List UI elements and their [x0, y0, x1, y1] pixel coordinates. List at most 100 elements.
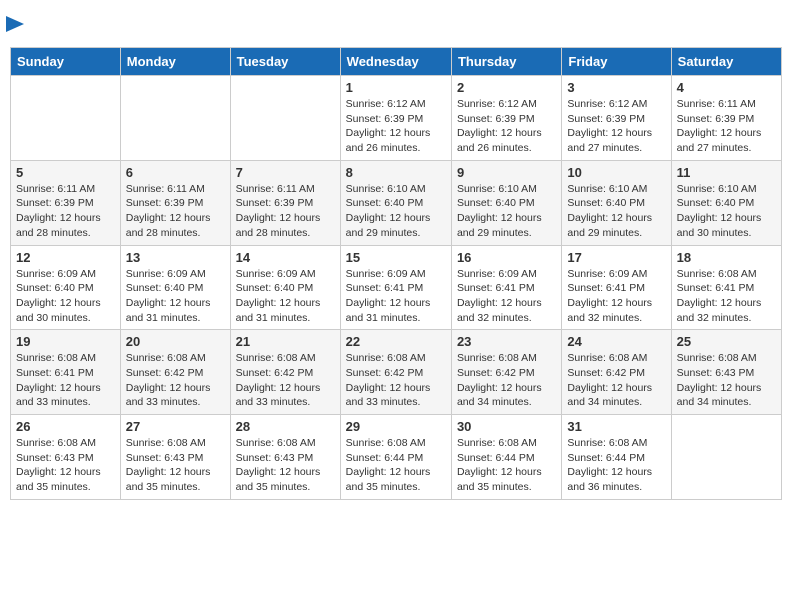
calendar-cell: 7 Sunrise: 6:11 AMSunset: 6:39 PMDaylight… — [230, 160, 340, 245]
day-number: 10 — [567, 165, 665, 180]
day-number: 31 — [567, 419, 665, 434]
calendar-cell: 16 Sunrise: 6:09 AMSunset: 6:41 PMDayligh… — [451, 245, 561, 330]
day-info: Sunrise: 6:09 AMSunset: 6:41 PMDaylight:… — [457, 267, 556, 326]
day-number: 8 — [346, 165, 446, 180]
header — [10, 10, 782, 39]
day-number: 30 — [457, 419, 556, 434]
day-header-wednesday: Wednesday — [340, 48, 451, 76]
day-number: 23 — [457, 334, 556, 349]
day-number: 16 — [457, 250, 556, 265]
calendar-cell: 13 Sunrise: 6:09 AMSunset: 6:40 PMDayligh… — [120, 245, 230, 330]
day-info: Sunrise: 6:10 AMSunset: 6:40 PMDaylight:… — [457, 182, 556, 241]
day-info: Sunrise: 6:08 AMSunset: 6:42 PMDaylight:… — [346, 351, 446, 410]
day-info: Sunrise: 6:08 AMSunset: 6:42 PMDaylight:… — [126, 351, 225, 410]
calendar-cell: 2 Sunrise: 6:12 AMSunset: 6:39 PMDaylight… — [451, 76, 561, 161]
calendar-cell: 9Sunrise: 6:10 AMSunset: 6:40 PMDaylight… — [451, 160, 561, 245]
day-number: 19 — [16, 334, 115, 349]
day-number: 3 — [567, 80, 665, 95]
calendar-cell — [671, 415, 781, 500]
calendar-cell: 3 Sunrise: 6:12 AMSunset: 6:39 PMDaylight… — [562, 76, 671, 161]
calendar-cell: 12Sunrise: 6:09 AMSunset: 6:40 PMDayligh… — [11, 245, 121, 330]
calendar-cell: 28 Sunrise: 6:08 AMSunset: 6:43 PMDayligh… — [230, 415, 340, 500]
day-info: Sunrise: 6:08 AMSunset: 6:44 PMDaylight:… — [567, 436, 665, 495]
calendar-cell: 22 Sunrise: 6:08 AMSunset: 6:42 PMDayligh… — [340, 330, 451, 415]
calendar-cell — [120, 76, 230, 161]
calendar-cell: 17 Sunrise: 6:09 AMSunset: 6:41 PMDayligh… — [562, 245, 671, 330]
day-header-thursday: Thursday — [451, 48, 561, 76]
day-header-friday: Friday — [562, 48, 671, 76]
day-info: Sunrise: 6:08 AMSunset: 6:43 PMDaylight:… — [236, 436, 335, 495]
day-info: Sunrise: 6:11 AMSunset: 6:39 PMDaylight:… — [677, 97, 776, 156]
calendar-cell — [11, 76, 121, 161]
day-info: Sunrise: 6:12 AMSunset: 6:39 PMDaylight:… — [567, 97, 665, 156]
calendar-cell: 29 Sunrise: 6:08 AMSunset: 6:44 PMDayligh… — [340, 415, 451, 500]
day-number: 18 — [677, 250, 776, 265]
day-info: Sunrise: 6:08 AMSunset: 6:43 PMDaylight:… — [16, 436, 115, 495]
calendar-cell: 4 Sunrise: 6:11 AMSunset: 6:39 PMDaylight… — [671, 76, 781, 161]
day-number: 7 — [236, 165, 335, 180]
calendar-cell: 5 Sunrise: 6:11 AMSunset: 6:39 PMDaylight… — [11, 160, 121, 245]
calendar-cell: 23 Sunrise: 6:08 AMSunset: 6:42 PMDayligh… — [451, 330, 561, 415]
calendar-week-2: 5 Sunrise: 6:11 AMSunset: 6:39 PMDaylight… — [11, 160, 782, 245]
calendar-header: SundayMondayTuesdayWednesdayThursdayFrid… — [11, 48, 782, 76]
calendar-cell: 6 Sunrise: 6:11 AMSunset: 6:39 PMDaylight… — [120, 160, 230, 245]
day-info: Sunrise: 6:09 AMSunset: 6:41 PMDaylight:… — [567, 267, 665, 326]
day-header-monday: Monday — [120, 48, 230, 76]
day-info: Sunrise: 6:08 AMSunset: 6:44 PMDaylight:… — [457, 436, 556, 495]
day-info: Sunrise: 6:10 AMSunset: 6:40 PMDaylight:… — [567, 182, 665, 241]
day-info: Sunrise: 6:10 AMSunset: 6:40 PMDaylight:… — [346, 182, 446, 241]
day-info: Sunrise: 6:08 AMSunset: 6:43 PMDaylight:… — [126, 436, 225, 495]
calendar-cell: 11 Sunrise: 6:10 AMSunset: 6:40 PMDayligh… — [671, 160, 781, 245]
calendar-week-3: 12 Sunrise: 6:09 AMSunset: 6:40 PMDayligh… — [11, 245, 782, 330]
day-number: 13 — [126, 250, 225, 265]
calendar-cell: 26Sunrise: 6:08 AMSunset: 6:43 PMDayligh… — [11, 415, 121, 500]
calendar-body: 1Sunrise: 6:12 AMSunset: 6:39 PMDaylight… — [11, 76, 782, 500]
day-number: 6 — [126, 165, 225, 180]
calendar-cell: 19 Sunrise: 6:08 AMSunset: 6:41 PMDayligh… — [11, 330, 121, 415]
day-info: Sunrise: 6:10 AMSunset: 6:40 PMDaylight:… — [677, 182, 776, 241]
day-info: Sunrise: 6:08 AMSunset: 6:42 PMDaylight:… — [567, 351, 665, 410]
day-info: Sunrise: 6:09 AMSunset: 6:40 PMDaylight:… — [236, 267, 335, 326]
calendar-cell: 24 Sunrise: 6:08 AMSunset: 6:42 PMDayligh… — [562, 330, 671, 415]
day-number: 27 — [126, 419, 225, 434]
day-info: Sunrise: 6:11 AMSunset: 6:39 PMDaylight:… — [126, 182, 225, 241]
calendar-table: SundayMondayTuesdayWednesdayThursdayFrid… — [10, 47, 782, 500]
day-info: Sunrise: 6:08 AMSunset: 6:41 PMDaylight:… — [16, 351, 115, 410]
calendar-cell: 8 Sunrise: 6:10 AMSunset: 6:40 PMDaylight… — [340, 160, 451, 245]
day-info: Sunrise: 6:08 AMSunset: 6:41 PMDaylight:… — [677, 267, 776, 326]
day-info: Sunrise: 6:08 AMSunset: 6:44 PMDaylight:… — [346, 436, 446, 495]
day-info: Sunrise: 6:08 AMSunset: 6:42 PMDaylight:… — [236, 351, 335, 410]
day-number: 12 — [16, 250, 115, 265]
day-number: 28 — [236, 419, 335, 434]
day-number: 17 — [567, 250, 665, 265]
day-number: 24 — [567, 334, 665, 349]
calendar-cell: 20 Sunrise: 6:08 AMSunset: 6:42 PMDayligh… — [120, 330, 230, 415]
calendar-cell: 25Sunrise: 6:08 AMSunset: 6:43 PMDayligh… — [671, 330, 781, 415]
day-number: 14 — [236, 250, 335, 265]
calendar-week-5: 26Sunrise: 6:08 AMSunset: 6:43 PMDayligh… — [11, 415, 782, 500]
day-info: Sunrise: 6:11 AMSunset: 6:39 PMDaylight:… — [236, 182, 335, 241]
day-info: Sunrise: 6:12 AMSunset: 6:39 PMDaylight:… — [346, 97, 446, 156]
day-number: 25 — [677, 334, 776, 349]
day-number: 5 — [16, 165, 115, 180]
day-number: 21 — [236, 334, 335, 349]
day-number: 15 — [346, 250, 446, 265]
day-info: Sunrise: 6:11 AMSunset: 6:39 PMDaylight:… — [16, 182, 115, 241]
day-number: 2 — [457, 80, 556, 95]
calendar-cell: 21 Sunrise: 6:08 AMSunset: 6:42 PMDayligh… — [230, 330, 340, 415]
day-number: 20 — [126, 334, 225, 349]
day-number: 22 — [346, 334, 446, 349]
day-info: Sunrise: 6:12 AMSunset: 6:39 PMDaylight:… — [457, 97, 556, 156]
calendar-week-1: 1Sunrise: 6:12 AMSunset: 6:39 PMDaylight… — [11, 76, 782, 161]
calendar-cell: 27 Sunrise: 6:08 AMSunset: 6:43 PMDayligh… — [120, 415, 230, 500]
day-info: Sunrise: 6:09 AMSunset: 6:40 PMDaylight:… — [126, 267, 225, 326]
day-number: 4 — [677, 80, 776, 95]
day-info: Sunrise: 6:09 AMSunset: 6:41 PMDaylight:… — [346, 267, 446, 326]
day-info: Sunrise: 6:08 AMSunset: 6:42 PMDaylight:… — [457, 351, 556, 410]
day-number: 11 — [677, 165, 776, 180]
calendar-cell: 30 Sunrise: 6:08 AMSunset: 6:44 PMDayligh… — [451, 415, 561, 500]
calendar-cell: 31 Sunrise: 6:08 AMSunset: 6:44 PMDayligh… — [562, 415, 671, 500]
calendar-cell: 18 Sunrise: 6:08 AMSunset: 6:41 PMDayligh… — [671, 245, 781, 330]
day-number: 29 — [346, 419, 446, 434]
calendar-cell: 14 Sunrise: 6:09 AMSunset: 6:40 PMDayligh… — [230, 245, 340, 330]
